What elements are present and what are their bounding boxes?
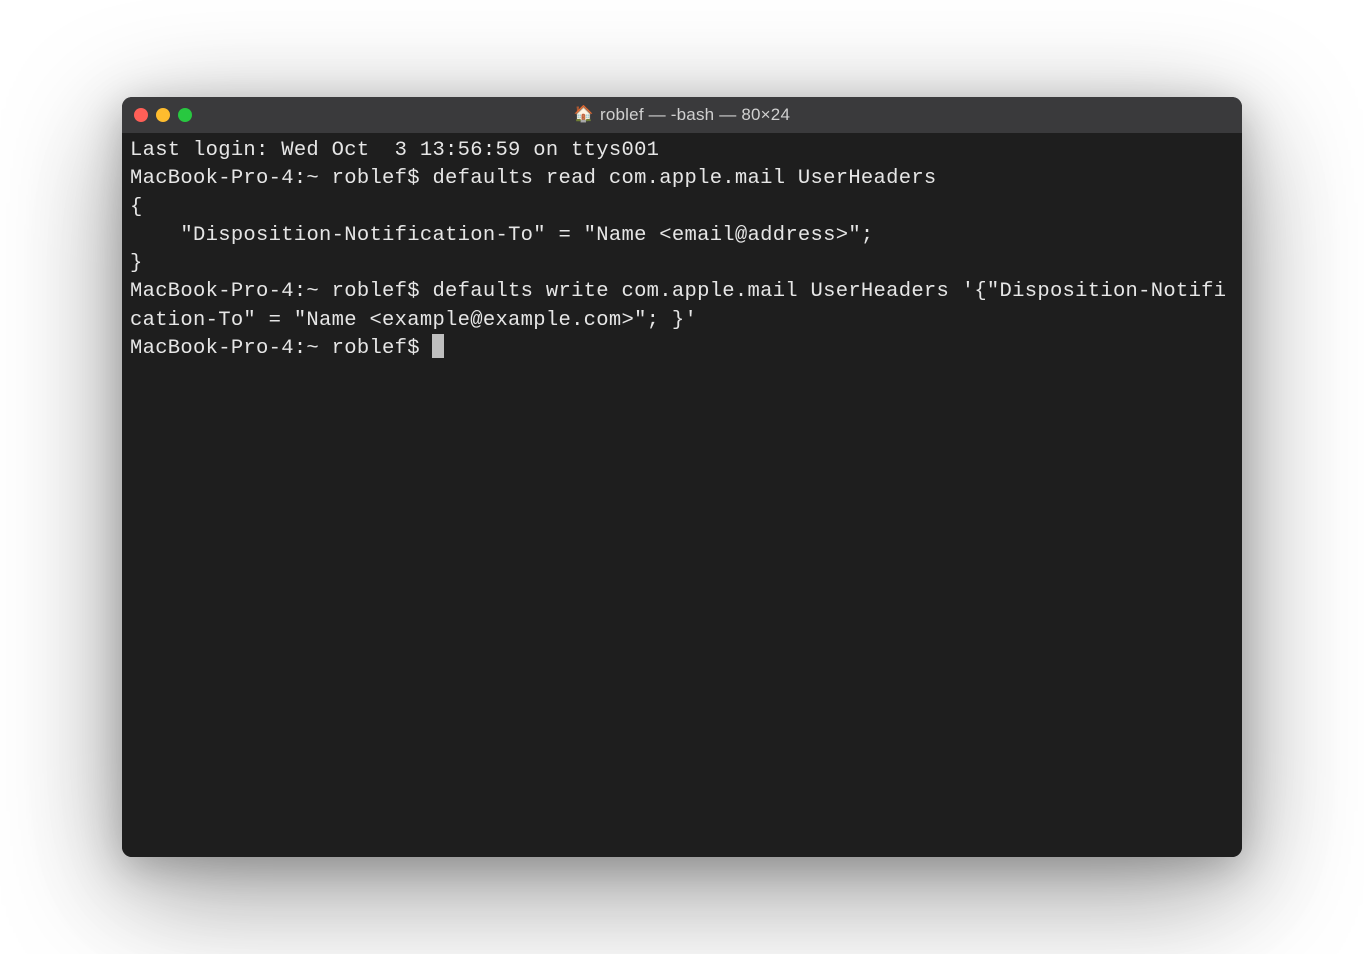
cursor bbox=[432, 334, 444, 358]
terminal-window: 🏠 roblef — -bash — 80×24 Last login: Wed… bbox=[122, 97, 1242, 857]
terminal-line: MacBook-Pro-4:~ roblef$ defaults read co… bbox=[130, 165, 1234, 193]
minimize-button[interactable] bbox=[156, 108, 170, 122]
title-bar[interactable]: 🏠 roblef — -bash — 80×24 bbox=[122, 97, 1242, 133]
terminal-line: { bbox=[130, 194, 1234, 222]
terminal-line: } bbox=[130, 250, 1234, 278]
terminal-line: MacBook-Pro-4:~ roblef$ defaults write c… bbox=[130, 278, 1234, 335]
terminal-line: Last login: Wed Oct 3 13:56:59 on ttys00… bbox=[130, 137, 1234, 165]
terminal-body[interactable]: Last login: Wed Oct 3 13:56:59 on ttys00… bbox=[122, 133, 1242, 857]
terminal-window-wrapper: 🏠 roblef — -bash — 80×24 Last login: Wed… bbox=[122, 97, 1242, 857]
close-button[interactable] bbox=[134, 108, 148, 122]
zoom-button[interactable] bbox=[178, 108, 192, 122]
terminal-prompt-line: MacBook-Pro-4:~ roblef$ bbox=[130, 337, 432, 360]
traffic-lights bbox=[134, 108, 192, 122]
window-title-text: roblef — -bash — 80×24 bbox=[600, 105, 790, 125]
home-icon: 🏠 bbox=[574, 107, 594, 123]
window-title: 🏠 roblef — -bash — 80×24 bbox=[122, 105, 1242, 125]
terminal-line: "Disposition-Notification-To" = "Name <e… bbox=[130, 222, 1234, 250]
